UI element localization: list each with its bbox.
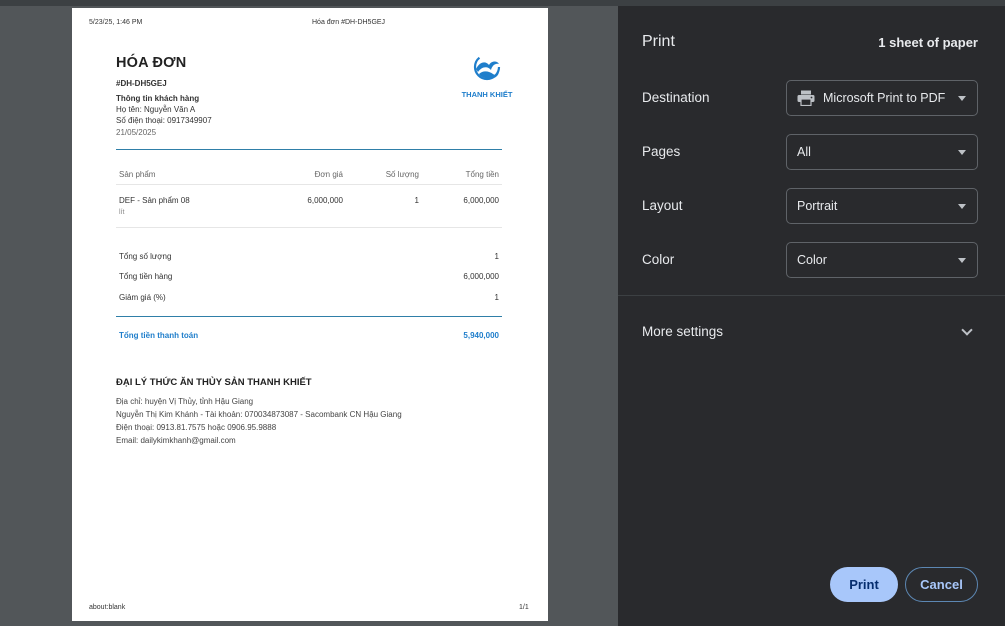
- printer-icon: [797, 90, 815, 106]
- customer-info-heading: Thông tin khách hàng: [116, 94, 200, 103]
- page-footer-url: about:blank: [89, 604, 126, 611]
- customer-phone: Số điện thoại: 0917349907: [116, 116, 212, 125]
- summary-qty-value: 1: [494, 252, 499, 261]
- invoice-title: HÓA ĐƠN: [116, 55, 187, 71]
- company-address: Địa chỉ: huyện Vị Thủy, tỉnh Hậu Giang: [116, 397, 254, 406]
- row-price: 6,000,000: [307, 196, 343, 205]
- col-header-qty: Số lượng: [385, 170, 419, 179]
- summary-subtotal-value: 6,000,000: [463, 272, 499, 281]
- page-footer-number: 1/1: [519, 604, 529, 611]
- print-settings-panel: Print 1 sheet of paper Destination Micro…: [618, 6, 1005, 626]
- row-product-unit: lít: [119, 209, 125, 216]
- destination-value: Microsoft Print to PDF: [823, 91, 946, 105]
- settings-divider: [618, 295, 1005, 296]
- more-settings-toggle[interactable]: More settings: [642, 324, 723, 339]
- row-qty: 1: [414, 196, 419, 205]
- col-header-product: Sản phẩm: [119, 170, 156, 179]
- company-email: Email: dailykimkhanh@gmail.com: [116, 436, 236, 445]
- header-divider: [116, 149, 502, 150]
- col-header-price: Đơn giá: [314, 170, 343, 179]
- company-name: ĐẠI LÝ THỨC ĂN THỦY SẢN THANH KHIẾT: [116, 377, 312, 388]
- chevron-down-icon: [958, 204, 966, 209]
- customer-name: Họ tên: Nguyễn Văn A: [116, 105, 196, 114]
- pages-value: All: [797, 145, 811, 159]
- print-preview-area[interactable]: 5/23/25, 1:46 PM Hóa đơn #DH-DH5GEJ HÓA …: [0, 6, 618, 626]
- destination-label: Destination: [642, 90, 710, 105]
- brand-name: THANH KHIẾT: [461, 90, 513, 99]
- table-row-divider: [116, 227, 502, 228]
- page-header-title: Hóa đơn #DH-DH5GEJ: [312, 19, 386, 26]
- destination-select[interactable]: Microsoft Print to PDF: [786, 80, 978, 116]
- company-phone: Điện thoại: 0913.81.7575 hoặc 0906.95.98…: [116, 423, 277, 432]
- preview-page: 5/23/25, 1:46 PM Hóa đơn #DH-DH5GEJ HÓA …: [72, 8, 548, 621]
- layout-label: Layout: [642, 198, 683, 213]
- invoice-code: #DH-DH5GEJ: [116, 79, 167, 88]
- pages-select[interactable]: All: [786, 134, 978, 170]
- print-button[interactable]: Print: [830, 567, 898, 602]
- chevron-down-icon: [958, 96, 966, 101]
- row-product-name: DEF - Sản phẩm 08: [119, 196, 190, 205]
- wave-logo-icon: [473, 53, 501, 81]
- col-header-total: Tổng tiền: [465, 170, 499, 179]
- total-divider: [116, 316, 502, 317]
- table-header-divider: [116, 184, 502, 185]
- chevron-down-icon[interactable]: [961, 324, 973, 336]
- panel-title: Print: [642, 33, 675, 50]
- chevron-down-icon: [958, 258, 966, 263]
- grand-total-value: 5,940,000: [463, 331, 499, 340]
- cancel-button[interactable]: Cancel: [905, 567, 978, 602]
- summary-subtotal-label: Tổng tiền hàng: [119, 272, 173, 281]
- grand-total-label: Tổng tiền thanh toán: [119, 331, 199, 340]
- summary-discount-label: Giảm giá (%): [119, 293, 166, 302]
- pages-label: Pages: [642, 144, 681, 159]
- company-bank: Nguyễn Thị Kim Khánh - Tài khoản: 070034…: [116, 410, 402, 419]
- layout-select[interactable]: Portrait: [786, 188, 978, 224]
- color-label: Color: [642, 252, 675, 267]
- chevron-down-icon: [958, 150, 966, 155]
- layout-value: Portrait: [797, 199, 838, 213]
- row-total: 6,000,000: [463, 196, 499, 205]
- color-value: Color: [797, 253, 827, 267]
- page-header-datetime: 5/23/25, 1:46 PM: [89, 19, 143, 26]
- color-select[interactable]: Color: [786, 242, 978, 278]
- summary-discount-value: 1: [494, 293, 499, 302]
- sheet-count: 1 sheet of paper: [878, 35, 978, 50]
- summary-qty-label: Tổng số lượng: [119, 252, 172, 261]
- invoice-date: 21/05/2025: [116, 128, 157, 137]
